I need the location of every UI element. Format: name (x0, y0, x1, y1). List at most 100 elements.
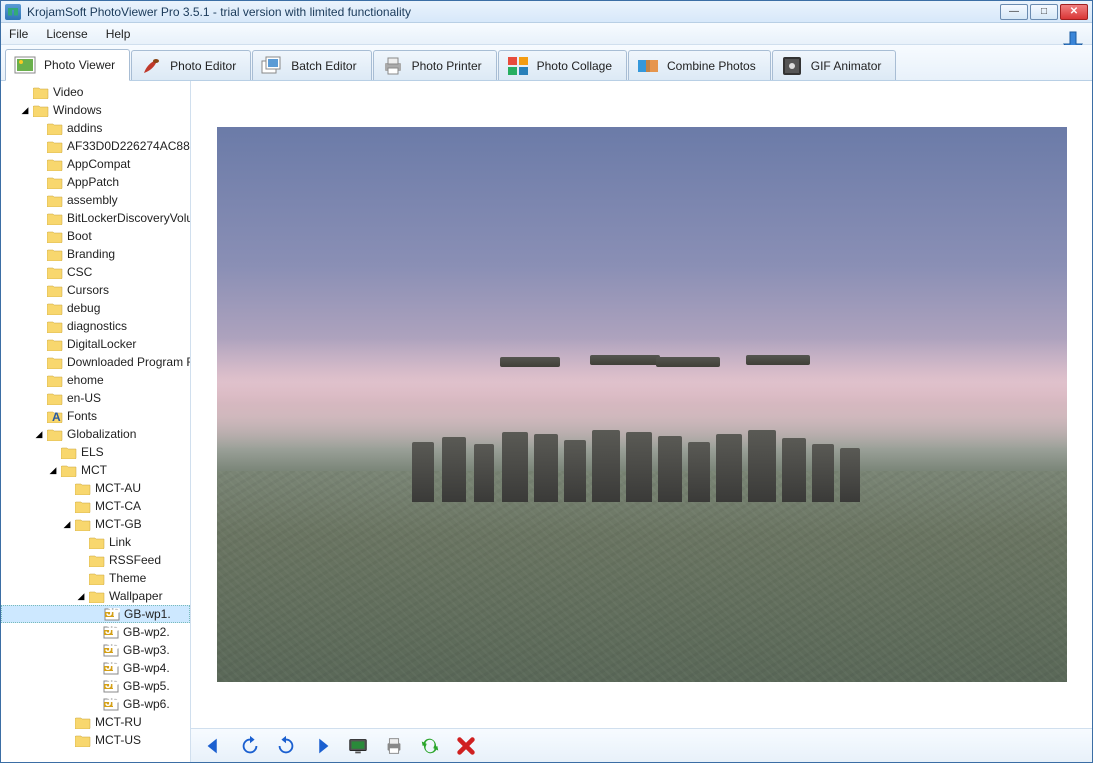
svg-text:JPG: JPG (105, 680, 119, 691)
tree-folder[interactable]: AFonts (1, 407, 190, 425)
menu-file[interactable]: File (9, 27, 28, 41)
tab-photo-printer[interactable]: Photo Printer (373, 50, 497, 80)
tree-file[interactable]: JPGGB-wp5. (1, 677, 190, 695)
jpg-file-icon: JPG (103, 680, 119, 693)
tree-folder[interactable]: MCT-AU (1, 479, 190, 497)
svg-text:A: A (52, 410, 61, 423)
fonts-folder-icon: A (47, 410, 63, 423)
rotate-right-button[interactable] (273, 733, 299, 759)
gif-animator-icon (781, 55, 803, 77)
delete-button[interactable] (453, 733, 479, 759)
expander-open-icon[interactable]: ◢ (75, 590, 87, 602)
tree-file[interactable]: JPGGB-wp3. (1, 641, 190, 659)
refresh-button[interactable] (417, 733, 443, 759)
next-button[interactable] (309, 733, 335, 759)
svg-text:JPG: JPG (106, 608, 120, 619)
menu-help[interactable]: Help (106, 27, 131, 41)
expander-icon (89, 680, 101, 692)
menu-license[interactable]: License (46, 27, 87, 41)
rotate-left-button[interactable] (237, 733, 263, 759)
close-button[interactable]: ✕ (1060, 4, 1088, 20)
expander-icon (33, 374, 45, 386)
tree-folder[interactable]: ◢Windows (1, 101, 190, 119)
tree-folder[interactable]: AppCompat (1, 155, 190, 173)
folder-tree-pane[interactable]: Video◢Windowsaddins AF33D0D226274AC8847 Ap… (1, 81, 191, 762)
tab-batch-editor[interactable]: Batch Editor (252, 50, 371, 80)
tree-folder[interactable]: CSC (1, 263, 190, 281)
expander-icon (33, 158, 45, 170)
folder-icon (47, 176, 63, 189)
tree-file[interactable]: JPGGB-wp4. (1, 659, 190, 677)
folder-icon (47, 266, 63, 279)
tree-folder[interactable]: Video (1, 83, 190, 101)
tree-label: AF33D0D226274AC8847 (67, 139, 190, 153)
tree-folder[interactable]: Downloaded Program F (1, 353, 190, 371)
tree-folder[interactable]: ◢Globalization (1, 425, 190, 443)
tree-folder[interactable]: AppPatch (1, 173, 190, 191)
tree-file[interactable]: JPGGB-wp2. (1, 623, 190, 641)
tree-folder[interactable]: ◢MCT-GB (1, 515, 190, 533)
tree-folder[interactable]: Branding (1, 245, 190, 263)
expander-open-icon[interactable]: ◢ (47, 464, 59, 476)
maximize-button[interactable]: □ (1030, 4, 1058, 20)
tree-folder[interactable]: DigitalLocker (1, 335, 190, 353)
tree-folder[interactable]: MCT-RU (1, 713, 190, 731)
expander-icon (33, 356, 45, 368)
tree-label: AppPatch (67, 175, 119, 189)
tree-folder[interactable]: ehome (1, 371, 190, 389)
tab-combine-photos[interactable]: Combine Photos (628, 50, 771, 80)
tree-label: GB-wp3. (123, 643, 170, 657)
folder-icon (61, 446, 77, 459)
folder-icon (61, 464, 77, 477)
tab-photo-editor[interactable]: Photo Editor (131, 50, 251, 80)
tree-folder[interactable]: Cursors (1, 281, 190, 299)
print-button[interactable] (381, 733, 407, 759)
tree-folder[interactable]: MCT-US (1, 731, 190, 749)
combine-photos-icon (637, 55, 659, 77)
tree-folder[interactable]: ELS (1, 443, 190, 461)
minimize-button[interactable]: — (1000, 4, 1028, 20)
tree-folder[interactable]: ◢MCT (1, 461, 190, 479)
expander-open-icon[interactable]: ◢ (33, 428, 45, 440)
tab-label: Combine Photos (667, 59, 756, 73)
tab-label: Photo Viewer (44, 58, 115, 72)
tab-photo-collage[interactable]: Photo Collage (498, 50, 627, 80)
expander-icon (33, 302, 45, 314)
tree-folder[interactable]: Boot (1, 227, 190, 245)
tree-folder[interactable]: Theme (1, 569, 190, 587)
tree-label: GB-wp1. (124, 607, 171, 621)
tree-folder[interactable]: ◢Wallpaper (1, 587, 190, 605)
tree-folder[interactable]: AF33D0D226274AC8847 (1, 137, 190, 155)
photo-collage-icon (507, 55, 529, 77)
expander-icon (33, 212, 45, 224)
folder-icon (47, 158, 63, 171)
tree-folder[interactable]: en-US (1, 389, 190, 407)
folder-icon (75, 500, 91, 513)
tree-folder[interactable]: addins (1, 119, 190, 137)
prev-button[interactable] (201, 733, 227, 759)
folder-icon (47, 194, 63, 207)
folder-icon (47, 356, 63, 369)
tree-folder[interactable]: debug (1, 299, 190, 317)
tree-folder[interactable]: RSSFeed (1, 551, 190, 569)
app-window: KrojamSoft PhotoViewer Pro 3.5.1 - trial… (0, 0, 1093, 763)
expander-icon (33, 176, 45, 188)
expander-open-icon[interactable]: ◢ (61, 518, 73, 530)
tree-label: CSC (67, 265, 92, 279)
expander-icon (89, 644, 101, 656)
tab-photo-viewer[interactable]: Photo Viewer (5, 49, 130, 81)
tree-file[interactable]: JPG GB-wp1. (1, 605, 190, 623)
tree-folder[interactable]: MCT-CA (1, 497, 190, 515)
tree-label: debug (67, 301, 100, 315)
tree-folder[interactable]: assembly (1, 191, 190, 209)
tab-gif-animator[interactable]: GIF Animator (772, 50, 897, 80)
expander-open-icon[interactable]: ◢ (19, 104, 31, 116)
wallpaper-button[interactable] (345, 733, 371, 759)
expander-icon (33, 230, 45, 242)
tree-folder[interactable]: Link (1, 533, 190, 551)
svg-text:JPG: JPG (105, 698, 119, 709)
tree-file[interactable]: JPGGB-wp6. (1, 695, 190, 713)
tree-label: Boot (67, 229, 92, 243)
tree-folder[interactable]: BitLockerDiscoveryVolu (1, 209, 190, 227)
tree-folder[interactable]: diagnostics (1, 317, 190, 335)
